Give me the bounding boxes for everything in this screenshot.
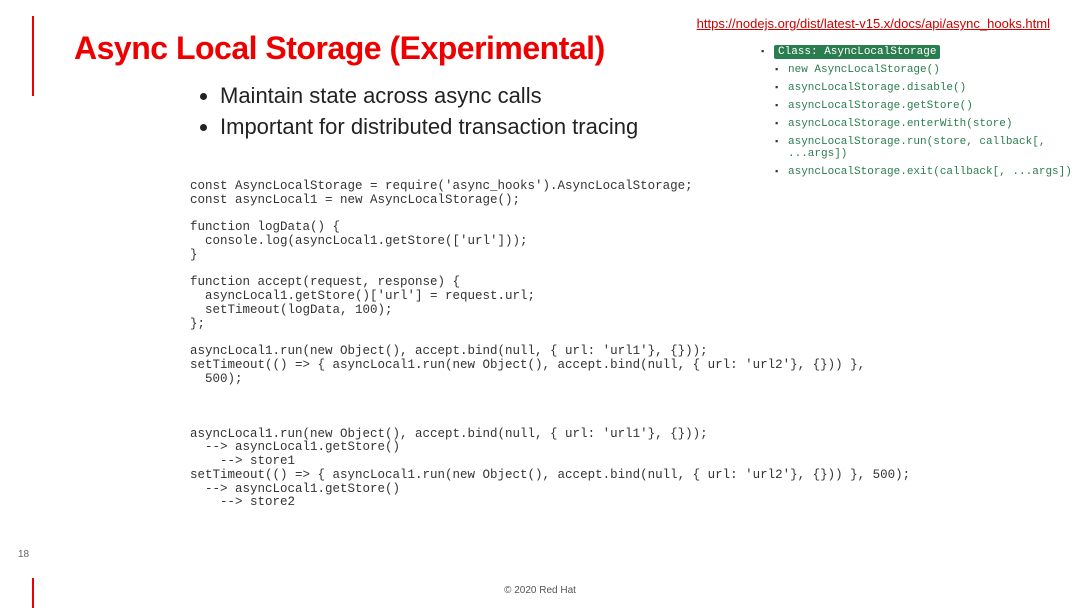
toc-item: asyncLocalStorage.getStore() <box>774 100 1080 112</box>
toc-highlight: Class: AsyncLocalStorage <box>774 45 940 59</box>
bullet-item: Maintain state across async calls <box>220 82 638 111</box>
toc-item: new AsyncLocalStorage() <box>774 64 1080 76</box>
copyright-footer: © 2020 Red Hat <box>0 585 1080 596</box>
bullet-item: Important for distributed transaction tr… <box>220 113 638 142</box>
api-toc: Class: AsyncLocalStorage new AsyncLocalS… <box>760 46 1080 184</box>
toc-item: asyncLocalStorage.run(store, callback[, … <box>774 136 1080 160</box>
accent-bar-top <box>32 16 34 96</box>
toc-item: asyncLocalStorage.exit(callback[, ...arg… <box>774 166 1080 178</box>
toc-item: asyncLocalStorage.disable() <box>774 82 1080 94</box>
slide-title: Async Local Storage (Experimental) <box>74 30 605 67</box>
page-number: 18 <box>18 549 29 560</box>
toc-item: asyncLocalStorage.enterWith(store) <box>774 118 1080 130</box>
bullet-list: Maintain state across async calls Import… <box>198 82 638 143</box>
doc-url-link[interactable]: https://nodejs.org/dist/latest-v15.x/doc… <box>697 16 1050 31</box>
code-sample: const AsyncLocalStorage = require('async… <box>190 180 870 510</box>
